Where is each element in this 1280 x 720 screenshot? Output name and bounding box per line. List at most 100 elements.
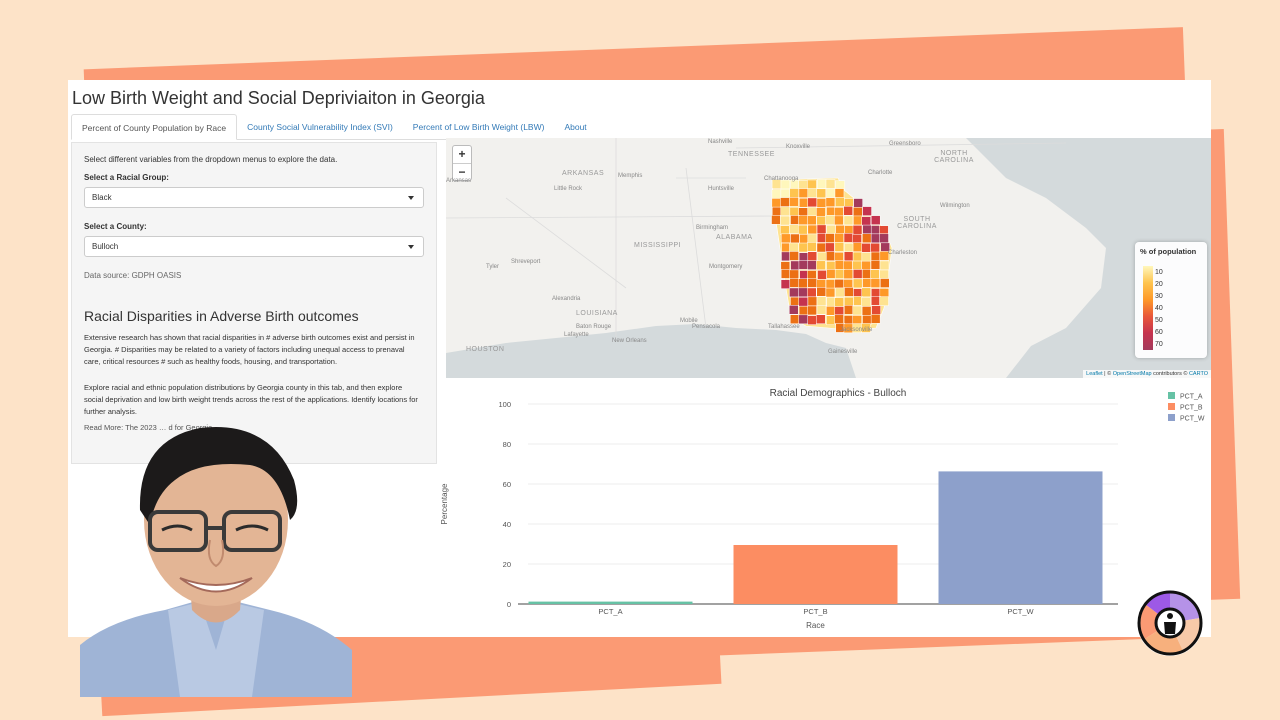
county-polygon[interactable] (807, 278, 817, 288)
county-polygon[interactable] (780, 225, 790, 235)
county-polygon[interactable] (843, 279, 853, 289)
county-polygon[interactable] (834, 297, 844, 307)
county-polygon[interactable] (852, 260, 862, 271)
county-polygon[interactable] (790, 260, 800, 271)
county-polygon[interactable] (816, 224, 827, 235)
county-polygon[interactable] (781, 251, 791, 262)
county-polygon[interactable] (861, 260, 871, 271)
county-polygon[interactable] (807, 188, 817, 198)
county-polygon[interactable] (825, 179, 836, 189)
county-polygon[interactable] (834, 207, 844, 217)
county-polygon[interactable] (852, 225, 863, 235)
county-polygon[interactable] (771, 189, 782, 199)
county-polygon[interactable] (816, 296, 827, 306)
county-polygon[interactable] (853, 198, 863, 208)
county-polygon[interactable] (780, 197, 790, 207)
county-polygon[interactable] (843, 269, 854, 279)
county-polygon[interactable] (798, 305, 809, 316)
county-polygon[interactable] (825, 215, 835, 225)
county-polygon[interactable] (798, 260, 809, 270)
county-polygon[interactable] (862, 206, 872, 216)
county-polygon[interactable] (844, 296, 854, 307)
county-polygon[interactable] (834, 252, 844, 262)
tab-percent-population-by-race[interactable]: Percent of County Population by Race (71, 114, 238, 140)
county-polygon[interactable] (826, 224, 836, 235)
county-polygon[interactable] (816, 242, 827, 253)
county-polygon[interactable] (879, 233, 889, 244)
county-polygon[interactable] (843, 206, 853, 216)
county-polygon[interactable] (879, 288, 890, 298)
county-polygon[interactable] (870, 278, 881, 288)
county-polygon[interactable] (870, 233, 881, 244)
county-polygon[interactable] (870, 269, 880, 279)
county-polygon[interactable] (781, 242, 791, 253)
county-polygon[interactable] (807, 224, 818, 235)
county-polygon[interactable] (825, 242, 835, 253)
county-polygon[interactable] (826, 269, 836, 279)
county-polygon[interactable] (790, 314, 800, 324)
county-polygon[interactable] (862, 315, 872, 325)
county-polygon[interactable] (789, 269, 799, 280)
county-polygon[interactable] (835, 287, 845, 298)
tab-about[interactable]: About (554, 114, 596, 140)
county-polygon[interactable] (834, 215, 844, 226)
county-polygon[interactable] (862, 278, 872, 288)
county-polygon[interactable] (789, 207, 800, 217)
county-polygon[interactable] (807, 206, 818, 217)
county-polygon[interactable] (843, 215, 854, 226)
county-polygon[interactable] (807, 260, 818, 270)
county-polygon[interactable] (844, 243, 854, 253)
tab-social-vulnerability-index[interactable]: County Social Vulnerability Index (SVI) (237, 114, 403, 140)
county-polygon[interactable] (817, 251, 827, 262)
county-polygon[interactable] (807, 179, 817, 190)
county-polygon[interactable] (852, 305, 862, 316)
county-polygon[interactable] (834, 306, 844, 316)
county-polygon[interactable] (816, 216, 826, 226)
choropleth-map[interactable]: + − Nashville Knoxville Greensboro TENNE… (446, 138, 1211, 378)
county-polygon[interactable] (861, 306, 872, 316)
county-polygon[interactable] (817, 179, 827, 189)
county-polygon[interactable] (807, 197, 817, 208)
county-polygon[interactable] (852, 242, 863, 252)
county-polygon[interactable] (799, 197, 809, 208)
county-polygon[interactable] (780, 188, 791, 199)
county-polygon[interactable] (870, 251, 881, 262)
county-polygon[interactable] (871, 305, 881, 315)
county-polygon[interactable] (790, 296, 800, 307)
county-polygon[interactable] (870, 225, 881, 235)
county-polygon[interactable] (862, 233, 872, 243)
county-polygon[interactable] (780, 233, 791, 244)
county-polygon[interactable] (789, 188, 799, 198)
leaflet-link[interactable]: Leaflet (1086, 371, 1103, 377)
county-polygon[interactable] (798, 188, 809, 198)
county-polygon[interactable] (790, 233, 800, 244)
county-polygon[interactable] (834, 233, 844, 243)
county-polygon[interactable] (834, 260, 845, 270)
county-polygon[interactable] (798, 207, 808, 217)
county-polygon[interactable] (843, 233, 854, 243)
county-polygon[interactable] (798, 224, 808, 235)
county-polygon[interactable] (807, 296, 818, 307)
county-polygon[interactable] (870, 242, 880, 253)
county-polygon[interactable] (789, 287, 799, 298)
county-polygon[interactable] (852, 315, 862, 325)
county-polygon[interactable] (852, 233, 862, 244)
county-polygon[interactable] (870, 314, 881, 324)
carto-link[interactable]: CARTO (1189, 371, 1208, 377)
county-polygon[interactable] (834, 188, 845, 198)
county-polygon[interactable] (771, 198, 782, 208)
county-polygon[interactable] (798, 180, 808, 190)
county-polygon[interactable] (825, 197, 836, 207)
county-polygon[interactable] (798, 287, 808, 298)
county-polygon[interactable] (789, 305, 799, 315)
county-polygon[interactable] (852, 278, 863, 289)
county-polygon[interactable] (807, 215, 817, 226)
county-polygon[interactable] (825, 287, 836, 298)
county-polygon[interactable] (771, 206, 782, 217)
county-polygon[interactable] (862, 224, 872, 235)
county-polygon[interactable] (834, 269, 845, 279)
tab-low-birth-weight[interactable]: Percent of Low Birth Weight (LBW) (403, 114, 555, 140)
county-polygon[interactable] (826, 251, 836, 261)
county-polygon[interactable] (862, 269, 872, 279)
county-polygon[interactable] (816, 207, 826, 217)
